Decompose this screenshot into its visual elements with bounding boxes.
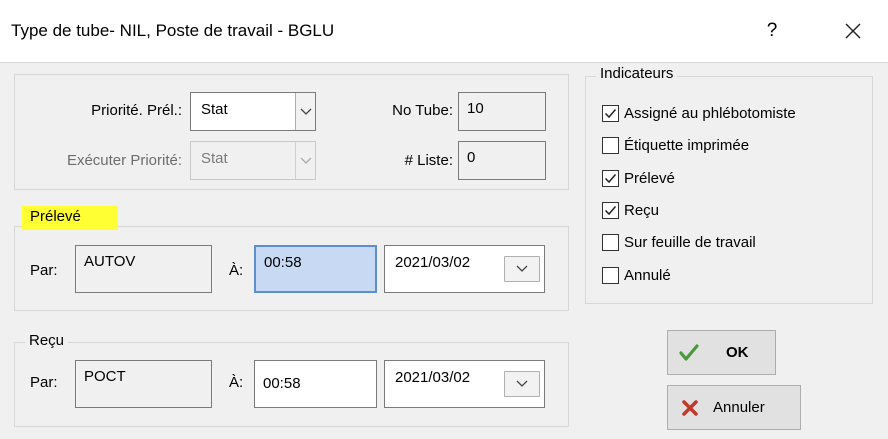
annuler-button-label: Annuler — [713, 399, 765, 416]
checkbox-checked-icon[interactable] — [602, 105, 619, 122]
checkbox-checked-icon[interactable] — [602, 202, 619, 219]
recu-date-value: 2021/03/02 — [395, 369, 471, 386]
executer-priorite-value: Stat — [201, 150, 228, 167]
priorite-prel-select[interactable]: Stat — [190, 92, 316, 131]
cancel-x-icon — [682, 399, 698, 416]
liste-field: 0 — [458, 141, 546, 180]
preleve-a-label: À: — [229, 262, 244, 279]
chevron-down-icon[interactable] — [295, 142, 315, 179]
indicator-checkbox[interactable]: Prélevé — [602, 170, 675, 187]
recu-legend: Reçu — [25, 332, 69, 349]
indicator-label: Assigné au phlébotomiste — [624, 105, 796, 122]
indicator-checkbox[interactable]: Annulé — [602, 267, 671, 284]
checkbox-unchecked-icon[interactable] — [602, 234, 619, 251]
priorite-prel-label: Priorité. Prél.: — [91, 102, 182, 119]
indicator-checkbox[interactable]: Sur feuille de travail — [602, 234, 756, 251]
priorite-prel-value: Stat — [201, 101, 228, 118]
preleve-par-label: Par: — [30, 262, 58, 279]
checkmark-icon — [679, 343, 699, 361]
liste-label: # Liste: — [404, 152, 453, 169]
checkbox-unchecked-icon[interactable] — [602, 137, 619, 154]
indicator-checkbox[interactable]: Assigné au phlébotomiste — [602, 105, 796, 122]
window-title: Type de tube- NIL, Poste de travail - BG… — [11, 21, 335, 40]
indicator-label: Étiquette imprimée — [624, 137, 750, 154]
preleve-par-field: AUTOV — [75, 245, 212, 293]
calendar-dropdown-icon[interactable] — [504, 256, 540, 282]
preleve-time-input[interactable]: 00:58 — [254, 245, 377, 293]
close-icon — [845, 23, 861, 39]
calendar-dropdown-icon[interactable] — [504, 371, 540, 397]
preleve-date-value: 2021/03/02 — [395, 254, 471, 271]
close-button[interactable] — [836, 14, 870, 48]
executer-priorite-select[interactable]: Stat — [190, 141, 316, 180]
annuler-button[interactable]: Annuler — [667, 385, 801, 430]
preleve-legend: Prélevé — [30, 208, 81, 225]
indicator-label: Prélevé — [624, 170, 675, 187]
help-button[interactable]: ? — [757, 16, 787, 46]
ok-button[interactable]: OK — [667, 330, 776, 375]
no-tube-field: 10 — [458, 92, 546, 131]
ok-button-label: OK — [726, 344, 749, 361]
recu-time-input[interactable]: 00:58 — [254, 360, 377, 408]
title-separator — [0, 62, 888, 63]
recu-a-label: À: — [229, 374, 244, 391]
indicator-checkbox[interactable]: Étiquette imprimée — [602, 137, 749, 154]
checkbox-checked-icon[interactable] — [602, 170, 619, 187]
executer-priorite-label: Exécuter Priorité: — [66, 152, 182, 169]
recu-par-field: POCT — [75, 360, 212, 408]
indicator-label: Reçu — [624, 202, 660, 219]
indicator-label: Annulé — [624, 267, 671, 284]
recu-date-picker[interactable]: 2021/03/02 — [384, 360, 545, 408]
indicateurs-legend: Indicateurs — [596, 65, 678, 82]
chevron-down-icon[interactable] — [295, 93, 315, 130]
checkbox-unchecked-icon[interactable] — [602, 267, 619, 284]
recu-par-label: Par: — [30, 374, 58, 391]
preleve-date-picker[interactable]: 2021/03/02 — [384, 245, 545, 293]
no-tube-label: No Tube: — [392, 102, 453, 119]
indicator-checkbox[interactable]: Reçu — [602, 202, 659, 219]
indicator-label: Sur feuille de travail — [624, 234, 756, 251]
